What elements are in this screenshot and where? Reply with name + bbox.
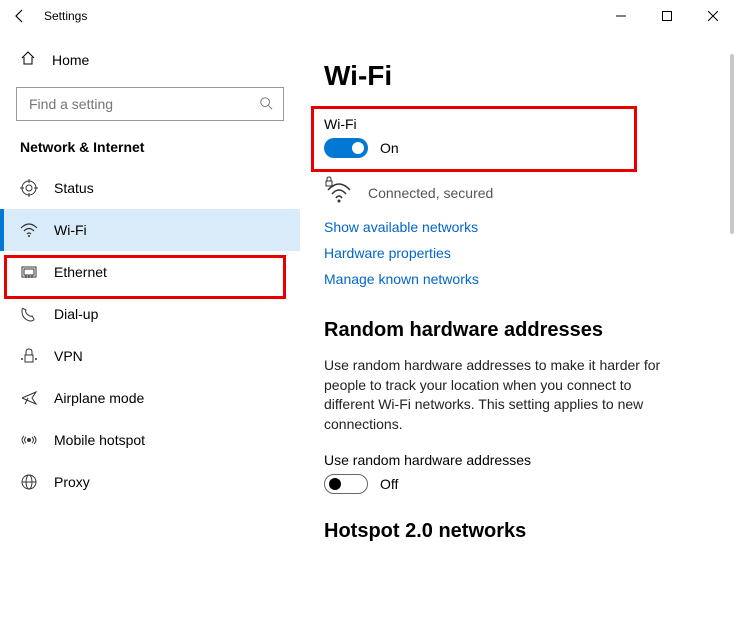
link-hardware-properties[interactable]: Hardware properties [324,245,716,261]
wifi-sub-label: Wi-Fi [324,116,716,132]
home-icon [20,50,36,69]
scrollbar[interactable] [730,54,734,234]
wifi-icon [20,221,38,239]
minimize-button[interactable] [598,0,644,32]
window-title: Settings [44,9,87,23]
hotspot-heading: Hotspot 2.0 networks [324,520,716,543]
hotspot-icon [20,431,38,449]
nav-item-status[interactable]: Status [0,167,300,209]
nav-item-dialup[interactable]: Dial-up [0,293,300,335]
random-hw-desc: Use random hardware addresses to make it… [324,356,664,434]
dialup-icon [20,305,38,323]
nav-label: Dial-up [54,306,98,322]
wifi-secured-icon [324,176,354,209]
titlebar: Settings [0,0,736,32]
wifi-status-text: Connected, secured [368,185,493,201]
maximize-button[interactable] [644,0,690,32]
search-input[interactable] [27,95,259,113]
main-content: Wi-Fi Wi-Fi On Connected, secured Show a… [300,32,736,631]
nav-label: Ethernet [54,264,107,280]
back-button[interactable] [8,4,32,28]
nav-item-airplane[interactable]: Airplane mode [0,377,300,419]
wifi-toggle-state: On [380,140,399,156]
random-hw-toggle[interactable] [324,474,368,494]
wifi-toggle[interactable] [324,138,368,158]
close-button[interactable] [690,0,736,32]
ethernet-icon [20,263,38,281]
nav-label: Status [54,180,94,196]
nav-label: Airplane mode [54,390,144,406]
home-label: Home [52,52,89,68]
nav-item-ethernet[interactable]: Ethernet [0,251,300,293]
search-box[interactable] [16,87,284,121]
vpn-icon [20,347,38,365]
nav-label: VPN [54,348,83,364]
random-hw-toggle-state: Off [380,476,398,492]
nav-label: Proxy [54,474,90,490]
search-icon [259,96,273,113]
nav-item-hotspot[interactable]: Mobile hotspot [0,419,300,461]
home-button[interactable]: Home [0,40,300,79]
random-hw-toggle-label: Use random hardware addresses [324,452,716,468]
nav-item-wifi[interactable]: Wi-Fi [0,209,300,251]
page-title: Wi-Fi [324,60,716,92]
proxy-icon [20,473,38,491]
nav-label: Wi-Fi [54,222,87,238]
sidebar: Home Network & Internet Status Wi-Fi Eth… [0,32,300,631]
nav-label: Mobile hotspot [54,432,145,448]
link-show-networks[interactable]: Show available networks [324,219,716,235]
status-icon [20,179,38,197]
nav-item-vpn[interactable]: VPN [0,335,300,377]
airplane-icon [20,389,38,407]
link-manage-known[interactable]: Manage known networks [324,271,716,287]
section-label: Network & Internet [0,139,300,167]
random-hw-heading: Random hardware addresses [324,319,716,342]
nav-item-proxy[interactable]: Proxy [0,461,300,503]
